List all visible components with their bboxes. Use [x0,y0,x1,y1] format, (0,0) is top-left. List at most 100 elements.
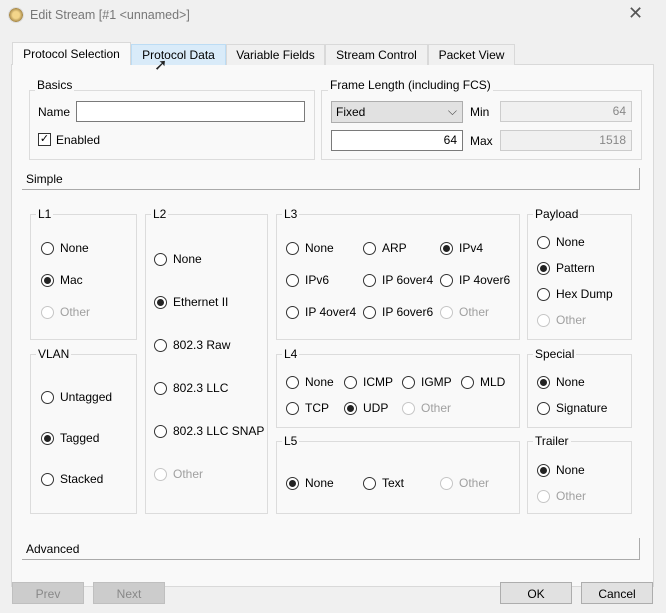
trailer-radio-none[interactable]: None [537,463,585,477]
l4-radio-icmp[interactable]: ICMP [344,375,393,389]
tab-packet-view[interactable]: Packet View [428,44,515,65]
radio-label: 802.3 Raw [173,338,231,352]
radio-label: IPv6 [305,273,330,287]
tab-stream-control[interactable]: Stream Control [325,44,428,65]
radio-circle-icon [440,273,453,287]
l4-radio-other[interactable]: Other [402,401,451,415]
l4-radio-udp[interactable]: UDP [344,401,388,415]
l2-radio-802-3-llc-snap[interactable]: 802.3 LLC SNAP [154,424,264,438]
l1-radio-other[interactable]: Other [41,305,90,319]
ok-button[interactable]: OK [500,582,572,604]
radio-circle-icon [537,489,550,503]
radio-circle-icon [440,241,453,255]
tab-protocol-data[interactable]: Protocol Data [131,44,226,65]
vlan-radio-stacked[interactable]: Stacked [41,472,103,486]
advanced-section-header[interactable]: Advanced [22,538,640,560]
frame-length-mode-select[interactable]: Fixed ⌵ [331,101,463,123]
radio-circle-icon [402,375,415,389]
special-group-title: Special [533,347,577,361]
l3-radio-ipv6[interactable]: IPv6 [286,273,329,287]
radio-circle-icon [537,463,550,477]
radio-label: 802.3 LLC SNAP [173,424,265,438]
l4-radio-tcp[interactable]: TCP [286,401,329,415]
l3-radio-ip-6over4[interactable]: IP 6over4 [363,273,433,287]
radio-circle-icon [286,401,299,415]
chevron-down-icon: ⌵ [447,104,457,118]
payload-radio-pattern[interactable]: Pattern [537,261,595,275]
l5-radio-none[interactable]: None [286,476,334,490]
radio-label: Other [60,305,91,319]
min-input[interactable]: 64 [500,101,632,122]
max-input[interactable]: 1518 [500,130,632,151]
frame-length-input[interactable]: 64 [331,130,463,151]
radio-circle-icon [537,261,550,275]
l3-radio-other[interactable]: Other [440,305,489,319]
vlan-radio-untagged[interactable]: Untagged [41,390,112,404]
radio-circle-icon [286,241,299,255]
radio-label: Other [556,489,587,503]
radio-label: IPv4 [459,241,484,255]
radio-circle-icon [363,305,376,319]
prev-button[interactable]: Prev [12,582,84,604]
payload-radio-hex-dump[interactable]: Hex Dump [537,287,613,301]
radio-circle-icon [402,401,415,415]
radio-circle-icon [363,241,376,255]
l1-group-title: L1 [36,207,54,221]
next-button[interactable]: Next [93,582,165,604]
radio-circle-icon [154,467,167,481]
radio-label: MLD [480,375,506,389]
special-radio-none[interactable]: None [537,375,585,389]
cancel-button[interactable]: Cancel [581,582,653,604]
radio-label: None [305,241,334,255]
radio-circle-icon [41,472,54,486]
radio-label: TCP [305,401,329,415]
radio-circle-icon [154,252,167,266]
radio-label: UDP [363,401,389,415]
l5-radio-other[interactable]: Other [440,476,489,490]
radio-circle-icon [154,338,167,352]
l2-radio-none[interactable]: None [154,252,202,266]
tab-protocol-selection[interactable]: Protocol Selection [12,42,131,65]
min-label: Min [470,105,490,119]
tab-variable-fields[interactable]: Variable Fields [226,44,325,65]
l3-radio-ip-6over6[interactable]: IP 6over6 [363,305,433,319]
l2-radio-other[interactable]: Other [154,467,203,481]
l3-radio-arp[interactable]: ARP [363,241,407,255]
l1-radio-none[interactable]: None [41,241,89,255]
l1-radio-mac[interactable]: Mac [41,273,83,287]
radio-circle-icon [537,235,550,249]
radio-label: Stacked [60,472,104,486]
l3-radio-ip-4over4[interactable]: IP 4over4 [286,305,356,319]
radio-circle-icon [154,424,167,438]
radio-circle-icon [440,305,453,319]
close-icon[interactable]: ✕ [628,3,643,24]
radio-circle-icon [537,401,550,415]
l2-radio-802-3-raw[interactable]: 802.3 Raw [154,338,230,352]
trailer-radio-other[interactable]: Other [537,489,586,503]
radio-circle-icon [41,241,54,255]
enabled-checkbox[interactable]: ✓ [38,133,51,146]
radio-circle-icon [537,375,550,389]
window-title: Edit Stream [#1 <unnamed>] [30,8,190,22]
l5-group-title: L5 [282,434,300,448]
l4-radio-mld[interactable]: MLD [461,375,505,389]
radio-circle-icon [41,305,54,319]
simple-section-header[interactable]: Simple [22,168,640,190]
l2-radio-802-3-llc[interactable]: 802.3 LLC [154,381,228,395]
special-radio-signature[interactable]: Signature [537,401,607,415]
l2-radio-ethernet-ii[interactable]: Ethernet II [154,295,228,309]
l3-radio-none[interactable]: None [286,241,334,255]
vlan-radio-tagged[interactable]: Tagged [41,431,99,445]
trailer-group [527,441,632,514]
payload-radio-none[interactable]: None [537,235,585,249]
l4-radio-none[interactable]: None [286,375,334,389]
radio-circle-icon [286,305,299,319]
payload-group-title: Payload [533,207,581,221]
l5-radio-text[interactable]: Text [363,476,404,490]
l3-radio-ipv4[interactable]: IPv4 [440,241,483,255]
l3-radio-ip-4over6[interactable]: IP 4over6 [440,273,510,287]
payload-radio-other[interactable]: Other [537,313,586,327]
l4-radio-igmp[interactable]: IGMP [402,375,452,389]
name-input[interactable] [76,101,305,122]
radio-label: ICMP [363,375,393,389]
